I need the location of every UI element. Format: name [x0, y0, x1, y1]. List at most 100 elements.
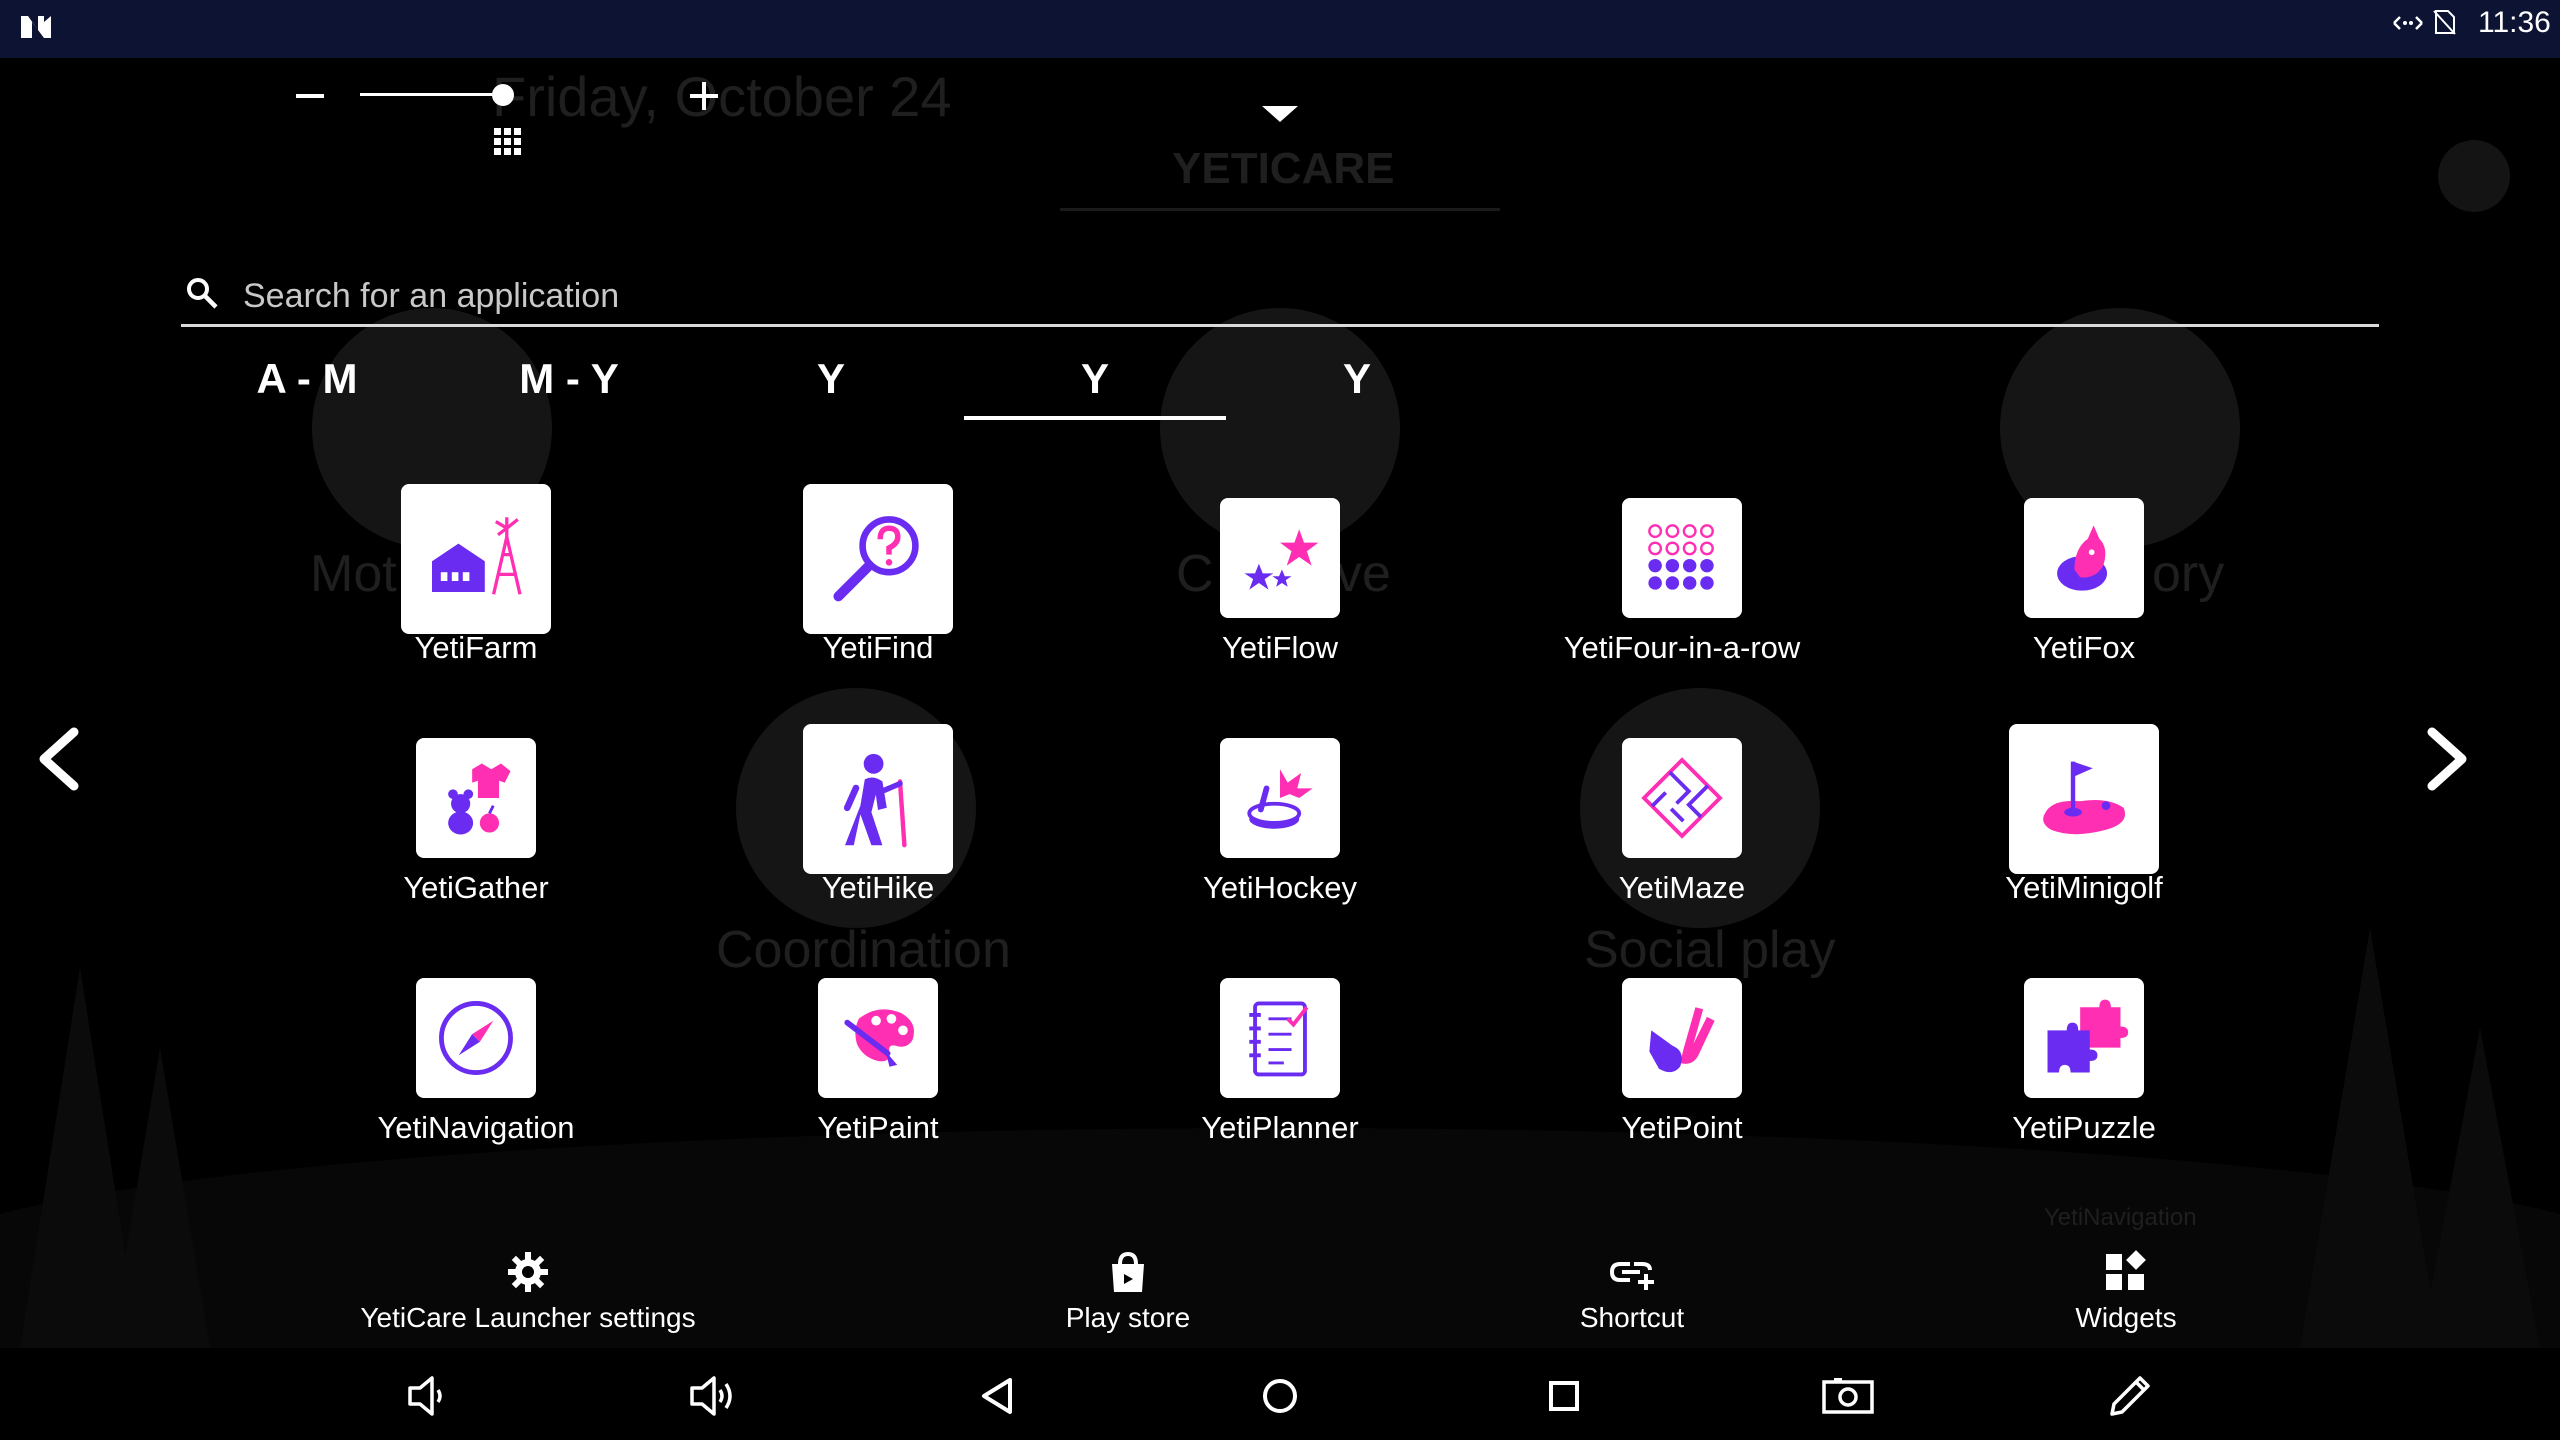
- next-page-chevron-icon[interactable]: [2416, 724, 2476, 794]
- app-label: YetiPuzzle: [2012, 1110, 2156, 1145]
- zoom-in-button[interactable]: [690, 82, 718, 110]
- system-navigation-bar: [0, 1352, 2560, 1440]
- tab-y-2-active[interactable]: Y: [964, 344, 1226, 420]
- volume-down-button[interactable]: [398, 1368, 454, 1424]
- back-icon: [982, 1378, 1012, 1414]
- background-date: Friday, October 24: [492, 65, 952, 128]
- gear-icon: [508, 1252, 548, 1292]
- back-button[interactable]: [970, 1368, 1026, 1424]
- compass-icon: [439, 1001, 513, 1075]
- hockey-icon: [1247, 769, 1313, 829]
- action-label: Play store: [1065, 1302, 1191, 1333]
- alphabet-tabs: A - M M - Y Y Y Y: [176, 344, 1492, 420]
- background-launcher-title: YETICARE: [1172, 144, 1395, 193]
- background-tree: [2420, 1028, 2540, 1348]
- app-tile: [803, 724, 953, 874]
- background-add-icon: [2438, 140, 2510, 212]
- app-label: YetiFox: [2032, 630, 2136, 665]
- action-label: YetiCare Launcher settings: [360, 1302, 696, 1333]
- volume-up-button[interactable]: [684, 1368, 740, 1424]
- app-tile: [818, 978, 938, 1098]
- previous-page-chevron-icon[interactable]: [30, 724, 90, 794]
- recents-button[interactable]: [1536, 1368, 1592, 1424]
- app-yetifarm[interactable]: YetiFarm: [276, 478, 676, 708]
- app-label: YetiPlanner: [1201, 1110, 1359, 1145]
- tab-y-3[interactable]: Y: [1226, 344, 1488, 420]
- zoom-slider-handle[interactable]: [491, 84, 514, 106]
- screenshot-button[interactable]: [1820, 1368, 1876, 1424]
- app-tile: [1220, 738, 1340, 858]
- status-clock: 11:36: [2478, 6, 2551, 39]
- zoom-slider[interactable]: [360, 93, 510, 96]
- action-label: Widgets: [2075, 1302, 2177, 1333]
- app-yetihike[interactable]: YetiHike: [678, 718, 1078, 948]
- tab-a-m[interactable]: A - M: [176, 344, 438, 420]
- app-tile: [1622, 738, 1742, 858]
- search-input[interactable]: [241, 272, 2345, 320]
- home-button[interactable]: [1252, 1368, 1308, 1424]
- app-label: YetiFour-in-a-row: [1563, 630, 1801, 665]
- app-label: YetiPoint: [1621, 1110, 1743, 1145]
- background-app-label: YetiNavigation: [2044, 1204, 2197, 1231]
- grid-icon[interactable]: [494, 128, 522, 156]
- app-yetifind[interactable]: YetiFind: [678, 478, 1078, 708]
- toys-icon: [448, 763, 511, 835]
- zoom-out-button[interactable]: [296, 94, 324, 98]
- app-yetinavigation[interactable]: YetiNavigation: [276, 958, 676, 1188]
- app-yetifour-in-a-row[interactable]: YetiFour-in-a-row: [1482, 478, 1882, 708]
- app-yetimaze[interactable]: YetiMaze: [1482, 718, 1882, 948]
- minigolf-icon: [2043, 761, 2126, 835]
- link-arrows-icon: [2393, 16, 2423, 30]
- search-bar: [181, 268, 2379, 327]
- shortcut-button[interactable]: Shortcut: [1432, 1250, 1832, 1350]
- app-tile: [2024, 978, 2144, 1098]
- background-title-underline: [1060, 208, 1500, 211]
- dots-grid-icon: [1648, 524, 1714, 590]
- app-yetifox[interactable]: YetiFox: [1884, 478, 2284, 708]
- app-tile: [803, 484, 953, 634]
- home-icon: [1263, 1379, 1297, 1413]
- pencil-button[interactable]: [2102, 1368, 2158, 1424]
- app-yetipaint[interactable]: YetiPaint: [678, 958, 1078, 1188]
- collapse-drawer-arrow-icon[interactable]: [1262, 106, 1298, 122]
- app-tile: [1220, 978, 1340, 1098]
- checklist-icon: [1249, 1001, 1309, 1077]
- widgets-icon: [2106, 1250, 2146, 1290]
- app-yetipuzzle[interactable]: YetiPuzzle: [1884, 958, 2284, 1188]
- app-tile: [401, 484, 551, 634]
- app-yetiminigolf[interactable]: YetiMinigolf: [1884, 718, 2284, 948]
- app-yetihockey[interactable]: YetiHockey: [1080, 718, 1480, 948]
- app-yetiplanner[interactable]: YetiPlanner: [1080, 958, 1480, 1188]
- app-tile: [1622, 978, 1742, 1098]
- app-label: YetiPaint: [817, 1110, 939, 1145]
- app-tile: [416, 978, 536, 1098]
- pencil-icon: [2110, 1376, 2150, 1416]
- action-label: Shortcut: [1579, 1302, 1685, 1333]
- screenshot-icon: [1822, 1378, 1874, 1414]
- app-label: YetiHockey: [1203, 870, 1357, 905]
- app-label: YetiFlow: [1221, 630, 1339, 665]
- app-tile: [1220, 498, 1340, 618]
- puzzle-icon: [2047, 999, 2129, 1073]
- magnifier-question-icon: [833, 516, 919, 602]
- maze-icon: [1641, 757, 1723, 839]
- fox-icon: [2057, 525, 2108, 591]
- app-yetiflow[interactable]: YetiFlow: [1080, 478, 1480, 708]
- widgets-button[interactable]: Widgets: [1926, 1250, 2326, 1350]
- link-plus-icon: [1610, 1262, 1654, 1290]
- tab-m-y[interactable]: M - Y: [438, 344, 700, 420]
- app-tile: [416, 738, 536, 858]
- stars-icon: [1244, 529, 1319, 590]
- app-yetipoint[interactable]: YetiPoint: [1482, 958, 1882, 1188]
- hand-point-icon: [1649, 1007, 1715, 1073]
- shopping-bag-icon: [1112, 1251, 1144, 1292]
- app-label: YetiHike: [821, 870, 935, 905]
- launcher-settings-button[interactable]: YetiCare Launcher settings: [328, 1250, 728, 1350]
- app-label: YetiNavigation: [377, 1110, 575, 1145]
- hiker-icon: [843, 753, 907, 848]
- background-tree: [110, 1048, 210, 1348]
- play-store-button[interactable]: Play store: [928, 1250, 1328, 1350]
- tab-y-1[interactable]: Y: [700, 344, 962, 420]
- app-yetigather[interactable]: YetiGather: [276, 718, 676, 948]
- app-label: YetiFind: [822, 630, 934, 665]
